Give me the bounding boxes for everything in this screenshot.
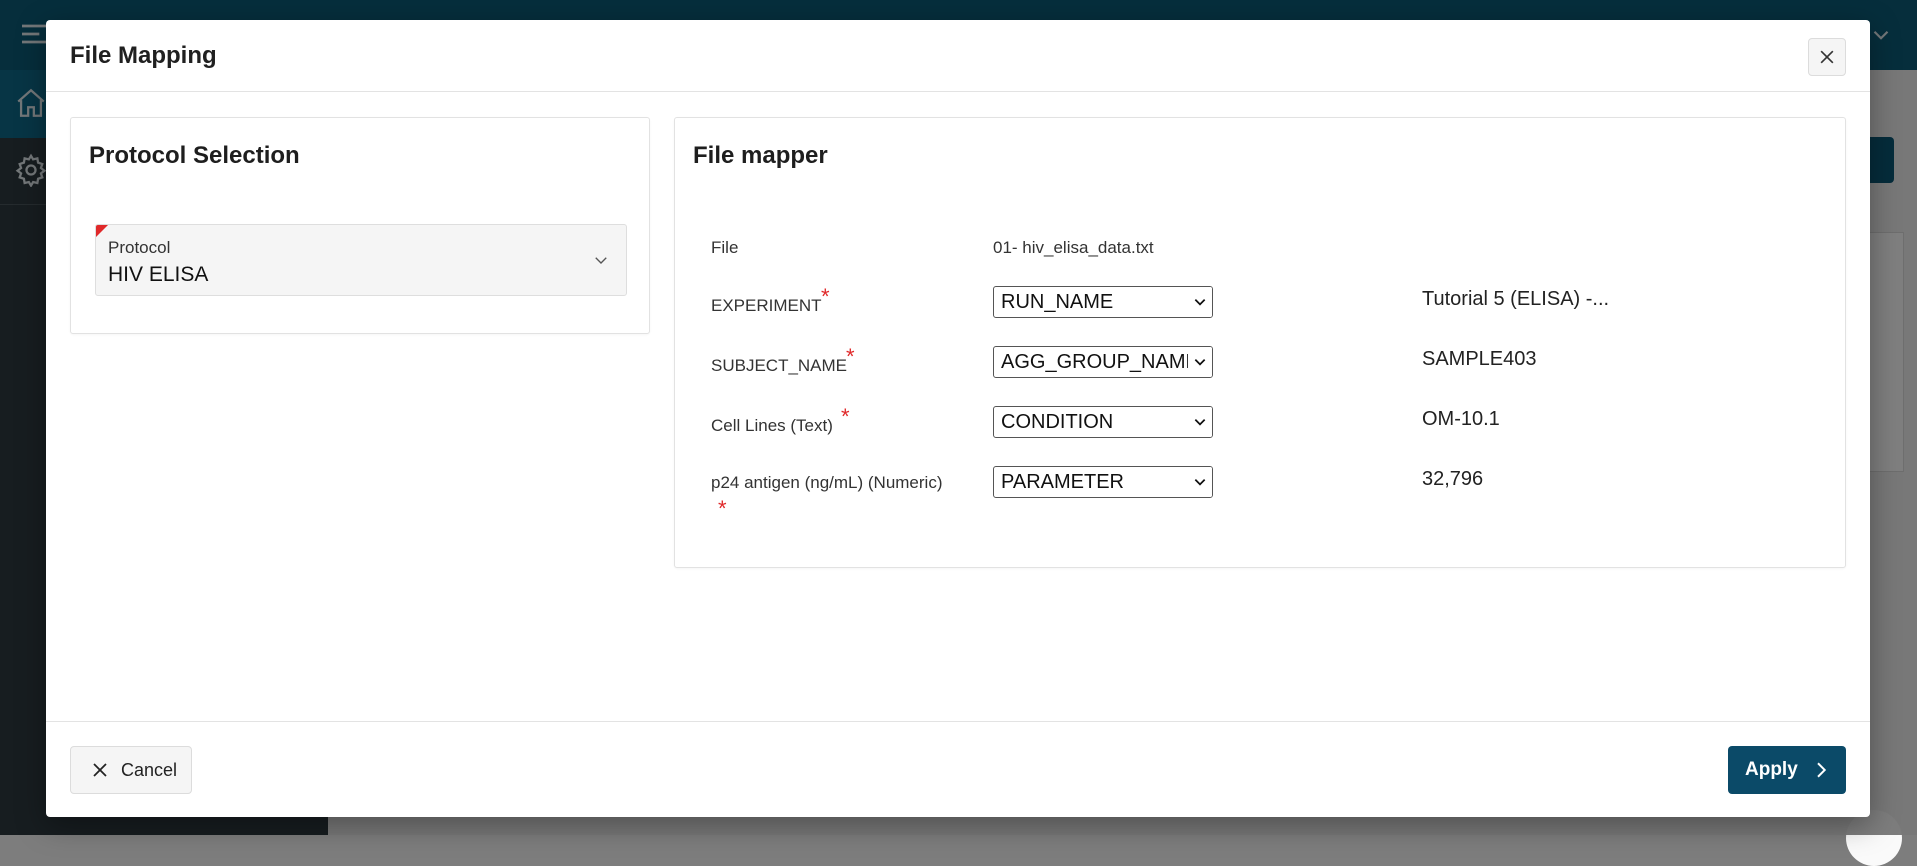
mapping-sample-value: Tutorial 5 (ELISA) -...: [1422, 288, 1610, 310]
mapping-select-subject-name[interactable]: AGG_GROUP_NAME: [993, 346, 1213, 378]
mapping-label: SUBJECT_NAME: [711, 356, 848, 375]
mapping-select-cell-lines[interactable]: CONDITION: [993, 406, 1213, 438]
required-marker: *: [821, 284, 830, 309]
mapping-row-cell-lines: Cell Lines (Text) * CONDITION OM-10.1: [711, 406, 1811, 450]
chevron-down-icon: [595, 257, 607, 264]
mapping-select-value: RUN_NAME: [1001, 290, 1114, 313]
dialog-title: File Mapping: [70, 42, 217, 69]
close-button[interactable]: [1808, 38, 1846, 76]
file-label: File: [711, 238, 739, 257]
apply-button[interactable]: Apply: [1728, 746, 1846, 794]
mapping-row-experiment: EXPERIMENT * RUN_NAME Tutorial 5 (ELISA)…: [711, 286, 1811, 330]
file-mapper-region: File mapper File 01- hiv_elisa_data.txt …: [674, 117, 1846, 568]
dialog-header: File Mapping: [46, 20, 1870, 92]
region-title-file-mapper: File mapper: [693, 142, 828, 169]
chevron-down-icon: [1188, 287, 1212, 317]
mapping-label: EXPERIMENT: [711, 296, 822, 315]
file-name: 01- hiv_elisa_data.txt: [993, 238, 1154, 257]
mapping-select-p24-antigen[interactable]: PARAMETER: [993, 466, 1213, 498]
region-title-protocol-selection: Protocol Selection: [89, 142, 300, 169]
mapping-select-experiment[interactable]: RUN_NAME: [993, 286, 1213, 318]
file-row: File 01- hiv_elisa_data.txt: [711, 230, 1811, 274]
cancel-label: Cancel: [121, 759, 178, 780]
mapping-sample-value: 32,796: [1422, 468, 1484, 490]
required-indicator: [96, 225, 108, 237]
mapping-row-subject-name: SUBJECT_NAME * AGG_GROUP_NAME SAMPLE403: [711, 346, 1811, 390]
mapping-select-value: PARAMETER: [1001, 470, 1124, 493]
cancel-button[interactable]: Cancel: [70, 746, 192, 794]
required-marker: *: [718, 496, 727, 521]
protocol-value: HIV ELISA: [108, 263, 209, 286]
protocol-label: Protocol: [108, 238, 171, 257]
mapping-select-value: AGG_GROUP_NAME: [1001, 350, 1199, 373]
protocol-selection-region: Protocol Selection Protocol HIV ELISA: [70, 117, 650, 334]
mapping-sample-value: SAMPLE403: [1422, 348, 1537, 370]
dialog-footer: Cancel Apply: [46, 721, 1870, 817]
required-marker: *: [846, 344, 855, 369]
chevron-down-icon: [1188, 407, 1212, 437]
close-icon: [1820, 50, 1834, 64]
close-icon: [93, 763, 107, 777]
mapping-sample-value: OM-10.1: [1422, 408, 1500, 430]
mapping-label: Cell Lines (Text): [711, 416, 833, 435]
chevron-down-icon: [1188, 467, 1212, 497]
chevron-right-icon: [1812, 759, 1830, 781]
mapping-select-value: CONDITION: [1001, 410, 1114, 433]
apply-label: Apply: [1745, 759, 1798, 780]
chevron-down-icon: [1188, 347, 1212, 377]
required-marker: *: [841, 404, 850, 429]
protocol-select[interactable]: Protocol HIV ELISA: [95, 224, 627, 296]
mapping-label: p24 antigen (ng/mL) (Numeric): [711, 473, 943, 492]
file-mapping-dialog: File Mapping Protocol Selection Protocol…: [46, 20, 1870, 817]
mapping-row-p24-antigen: p24 antigen (ng/mL) (Numeric) * PARAMETE…: [711, 466, 1811, 522]
